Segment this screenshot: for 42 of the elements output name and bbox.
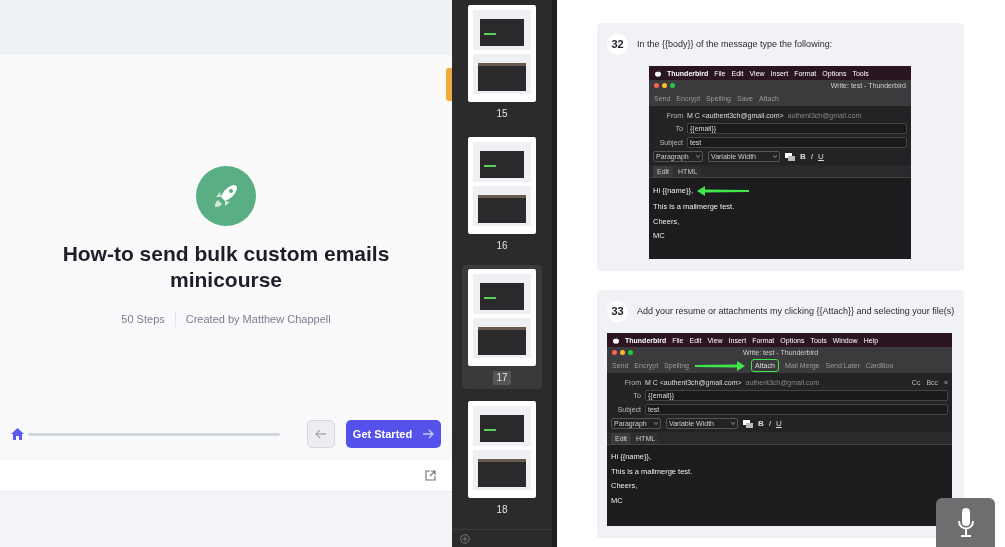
chevron-icon — [731, 422, 735, 425]
thumbnail-item[interactable]: 17 — [462, 265, 542, 389]
chevron-icon — [773, 155, 777, 158]
apple-icon — [613, 336, 619, 344]
course-title: How-to send bulk custom emails minicourse — [61, 241, 391, 293]
page-number: 18 — [495, 503, 509, 517]
microphone-button[interactable] — [936, 498, 995, 547]
page-number: 16 — [495, 239, 509, 253]
thumbnail-item[interactable]: 15 — [462, 1, 542, 125]
step-number: 32 — [607, 34, 628, 55]
format-button[interactable]: B — [758, 419, 764, 428]
page-thumbnail[interactable] — [468, 269, 536, 366]
thumbnail-item[interactable]: 18 — [462, 397, 542, 521]
thumbnail-item[interactable]: 16 — [462, 133, 542, 257]
step-text: In the {{body}} of the message type the following: — [637, 37, 833, 51]
step-count: 50 Steps — [121, 312, 165, 327]
page-number: 15 — [495, 107, 509, 121]
format-button[interactable]: I — [768, 419, 771, 428]
format-button[interactable]: U — [818, 152, 824, 161]
chevron-icon — [696, 155, 700, 158]
page-thumbnail[interactable] — [468, 137, 536, 234]
format-button[interactable]: U — [776, 419, 782, 428]
get-started-button[interactable]: Get Started — [346, 420, 441, 448]
arrow-right-icon — [422, 429, 435, 439]
author-text: Created by Matthew Chappell — [185, 312, 331, 327]
page-number: 17 — [493, 371, 511, 385]
apple-icon — [655, 69, 661, 77]
step-number: 33 — [607, 301, 628, 322]
format-button[interactable]: B — [800, 152, 806, 161]
color-swatch-icon[interactable] — [743, 419, 753, 428]
external-link-icon[interactable] — [425, 470, 436, 481]
arrow-left-icon — [315, 429, 327, 439]
home-icon[interactable] — [11, 428, 24, 440]
page-thumbnail[interactable] — [468, 5, 536, 102]
format-button[interactable]: I — [810, 152, 813, 161]
rocket-icon — [195, 165, 257, 227]
add-icon[interactable] — [460, 534, 470, 544]
page-thumbnail[interactable] — [468, 401, 536, 498]
chevron-icon — [654, 422, 658, 425]
step-text: Add your resume or attachments my clicking {{Attach}} and selecting your file(s) — [637, 304, 955, 318]
microphone-icon — [956, 507, 975, 538]
color-swatch-icon[interactable] — [785, 152, 795, 161]
